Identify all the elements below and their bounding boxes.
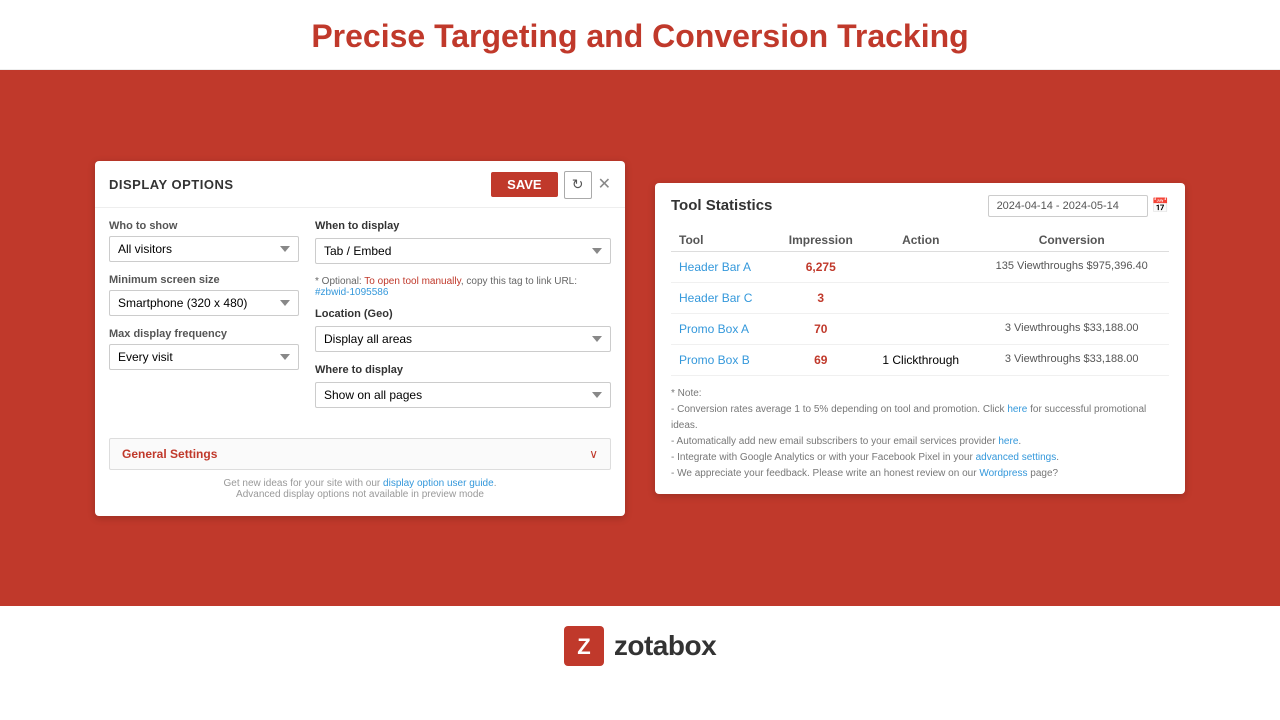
who-to-show-select[interactable]: All visitors — [109, 236, 299, 262]
impression-cell: 70 — [774, 313, 867, 344]
who-to-show-group: Who to show All visitors — [109, 220, 299, 262]
display-option-user-guide-link[interactable]: display option user guide — [383, 478, 494, 489]
note-line4: - Integrate with Google Analytics or wit… — [671, 450, 1169, 466]
note-link-wordpress[interactable]: Wordpress — [979, 468, 1027, 479]
action-cell — [867, 251, 974, 282]
display-options-panel: DISPLAY OPTIONS SAVE ↻ ✕ Who to show All… — [95, 161, 625, 516]
action-cell: 1 Clickthrough — [867, 344, 974, 375]
panel-actions: SAVE ↻ ✕ — [491, 171, 611, 199]
stats-panel: Tool Statistics 📅 Tool Impression Action… — [655, 183, 1185, 494]
max-display-freq-group: Max display frequency Every visit — [109, 328, 299, 370]
tool-cell: Promo Box A — [671, 313, 774, 344]
location-geo-label: Location (Geo) — [315, 308, 611, 320]
impression-cell: 6,275 — [774, 251, 867, 282]
tool-cell: Header Bar A — [671, 251, 774, 282]
stats-table-body: Header Bar A 6,275 135 Viewthroughs $975,3… — [671, 251, 1169, 375]
when-to-display-label: When to display — [315, 220, 611, 232]
stats-header: Tool Statistics 📅 — [671, 195, 1169, 217]
col-impression: Impression — [774, 229, 867, 252]
col-action: Action — [867, 229, 974, 252]
tool-link[interactable]: Promo Box B — [679, 353, 750, 367]
where-to-display-label: Where to display — [315, 364, 611, 376]
header: Precise Targeting and Conversion Trackin… — [0, 0, 1280, 70]
conversion-cell: 3 Viewthroughs $33,188.00 — [974, 344, 1169, 375]
note-link-here1[interactable]: here — [1007, 404, 1027, 415]
tool-link[interactable]: Promo Box A — [679, 322, 749, 336]
open-tool-manually-link[interactable]: To open tool manually — [364, 276, 461, 287]
table-row: Promo Box B 691 Clickthrough3 Viewthrough… — [671, 344, 1169, 375]
refresh-button[interactable]: ↻ — [564, 171, 592, 199]
refresh-icon: ↻ — [572, 176, 584, 193]
col-conversion: Conversion — [974, 229, 1169, 252]
tool-cell: Promo Box B — [671, 344, 774, 375]
note-link-here2[interactable]: here — [998, 436, 1018, 447]
date-range-container: 📅 — [988, 195, 1169, 217]
table-row: Header Bar A 6,275 135 Viewthroughs $975,3… — [671, 251, 1169, 282]
note-line2: - Conversion rates average 1 to 5% depen… — [671, 402, 1169, 434]
where-to-display-select[interactable]: Show on all pages — [315, 382, 611, 408]
footer-text2: . — [494, 478, 497, 489]
conversion-cell: 3 Viewthroughs $33,188.00 — [974, 313, 1169, 344]
stats-title: Tool Statistics — [671, 197, 772, 214]
svg-text:Z: Z — [577, 634, 590, 659]
min-screen-size-group: Minimum screen size Smartphone (320 x 48… — [109, 274, 299, 316]
note-line5: - We appreciate your feedback. Please wr… — [671, 466, 1169, 482]
main-area: DISPLAY OPTIONS SAVE ↻ ✕ Who to show All… — [0, 70, 1280, 606]
notes-section: * Note: - Conversion rates average 1 to … — [671, 386, 1169, 482]
tool-link[interactable]: Header Bar C — [679, 291, 752, 305]
action-cell — [867, 282, 974, 313]
impression-cell: 3 — [774, 282, 867, 313]
chevron-down-icon: ∨ — [589, 447, 598, 461]
where-to-display-group: Where to display Show on all pages — [315, 364, 611, 408]
note-line3: - Automatically add new email subscriber… — [671, 434, 1169, 450]
footer-text: Get new ideas for your site with our — [224, 478, 384, 489]
close-button[interactable]: ✕ — [598, 177, 611, 193]
calendar-icon[interactable]: 📅 — [1152, 197, 1169, 214]
col-tool: Tool — [671, 229, 774, 252]
zotabox-brand-name: zotabox — [614, 630, 716, 662]
general-settings-label: General Settings — [122, 447, 217, 461]
impression-cell: 69 — [774, 344, 867, 375]
conversion-cell: 135 Viewthroughs $975,396.40 — [974, 251, 1169, 282]
general-settings-bar[interactable]: General Settings ∨ — [109, 438, 611, 470]
conversion-cell — [974, 282, 1169, 313]
tool-cell: Header Bar C — [671, 282, 774, 313]
page-title: Precise Targeting and Conversion Trackin… — [0, 18, 1280, 55]
save-button[interactable]: SAVE — [491, 172, 557, 197]
right-column: When to display Tab / Embed * Optional: … — [315, 220, 611, 420]
note-link-advanced-settings[interactable]: advanced settings — [976, 452, 1057, 463]
panel-title: DISPLAY OPTIONS — [109, 177, 234, 192]
action-cell — [867, 313, 974, 344]
left-column: Who to show All visitors Minimum screen … — [109, 220, 299, 420]
zotabox-icon: Z — [564, 626, 604, 666]
who-to-show-label: Who to show — [109, 220, 299, 232]
stats-table: Tool Impression Action Conversion Header… — [671, 229, 1169, 376]
location-geo-select[interactable]: Display all areas — [315, 326, 611, 352]
location-geo-group: Location (Geo) Display all areas — [315, 308, 611, 352]
max-display-freq-select[interactable]: Every visit — [109, 344, 299, 370]
footer-text3: Advanced display options not available i… — [236, 489, 484, 500]
stats-table-header: Tool Impression Action Conversion — [671, 229, 1169, 252]
tag-value: #zbwid-1095586 — [315, 287, 388, 298]
date-range-input[interactable] — [988, 195, 1148, 217]
panel-header: DISPLAY OPTIONS SAVE ↻ ✕ — [95, 161, 625, 208]
zotabox-logo: Z zotabox — [564, 626, 716, 666]
min-screen-size-select[interactable]: Smartphone (320 x 480) — [109, 290, 299, 316]
panel-body: Who to show All visitors Minimum screen … — [95, 208, 625, 432]
note-line1: * Note: — [671, 386, 1169, 402]
max-display-freq-label: Max display frequency — [109, 328, 299, 340]
table-row: Header Bar C 3 — [671, 282, 1169, 313]
panel-footer: Get new ideas for your site with our dis… — [95, 470, 625, 504]
footer: Z zotabox — [0, 606, 1280, 686]
min-screen-size-label: Minimum screen size — [109, 274, 299, 286]
when-to-display-group: When to display Tab / Embed — [315, 220, 611, 264]
when-to-display-select[interactable]: Tab / Embed — [315, 238, 611, 264]
tool-link[interactable]: Header Bar A — [679, 260, 751, 274]
table-row: Promo Box A 70 3 Viewthroughs $33,188.00 — [671, 313, 1169, 344]
optional-text: * Optional: To open tool manually, copy … — [315, 276, 611, 298]
